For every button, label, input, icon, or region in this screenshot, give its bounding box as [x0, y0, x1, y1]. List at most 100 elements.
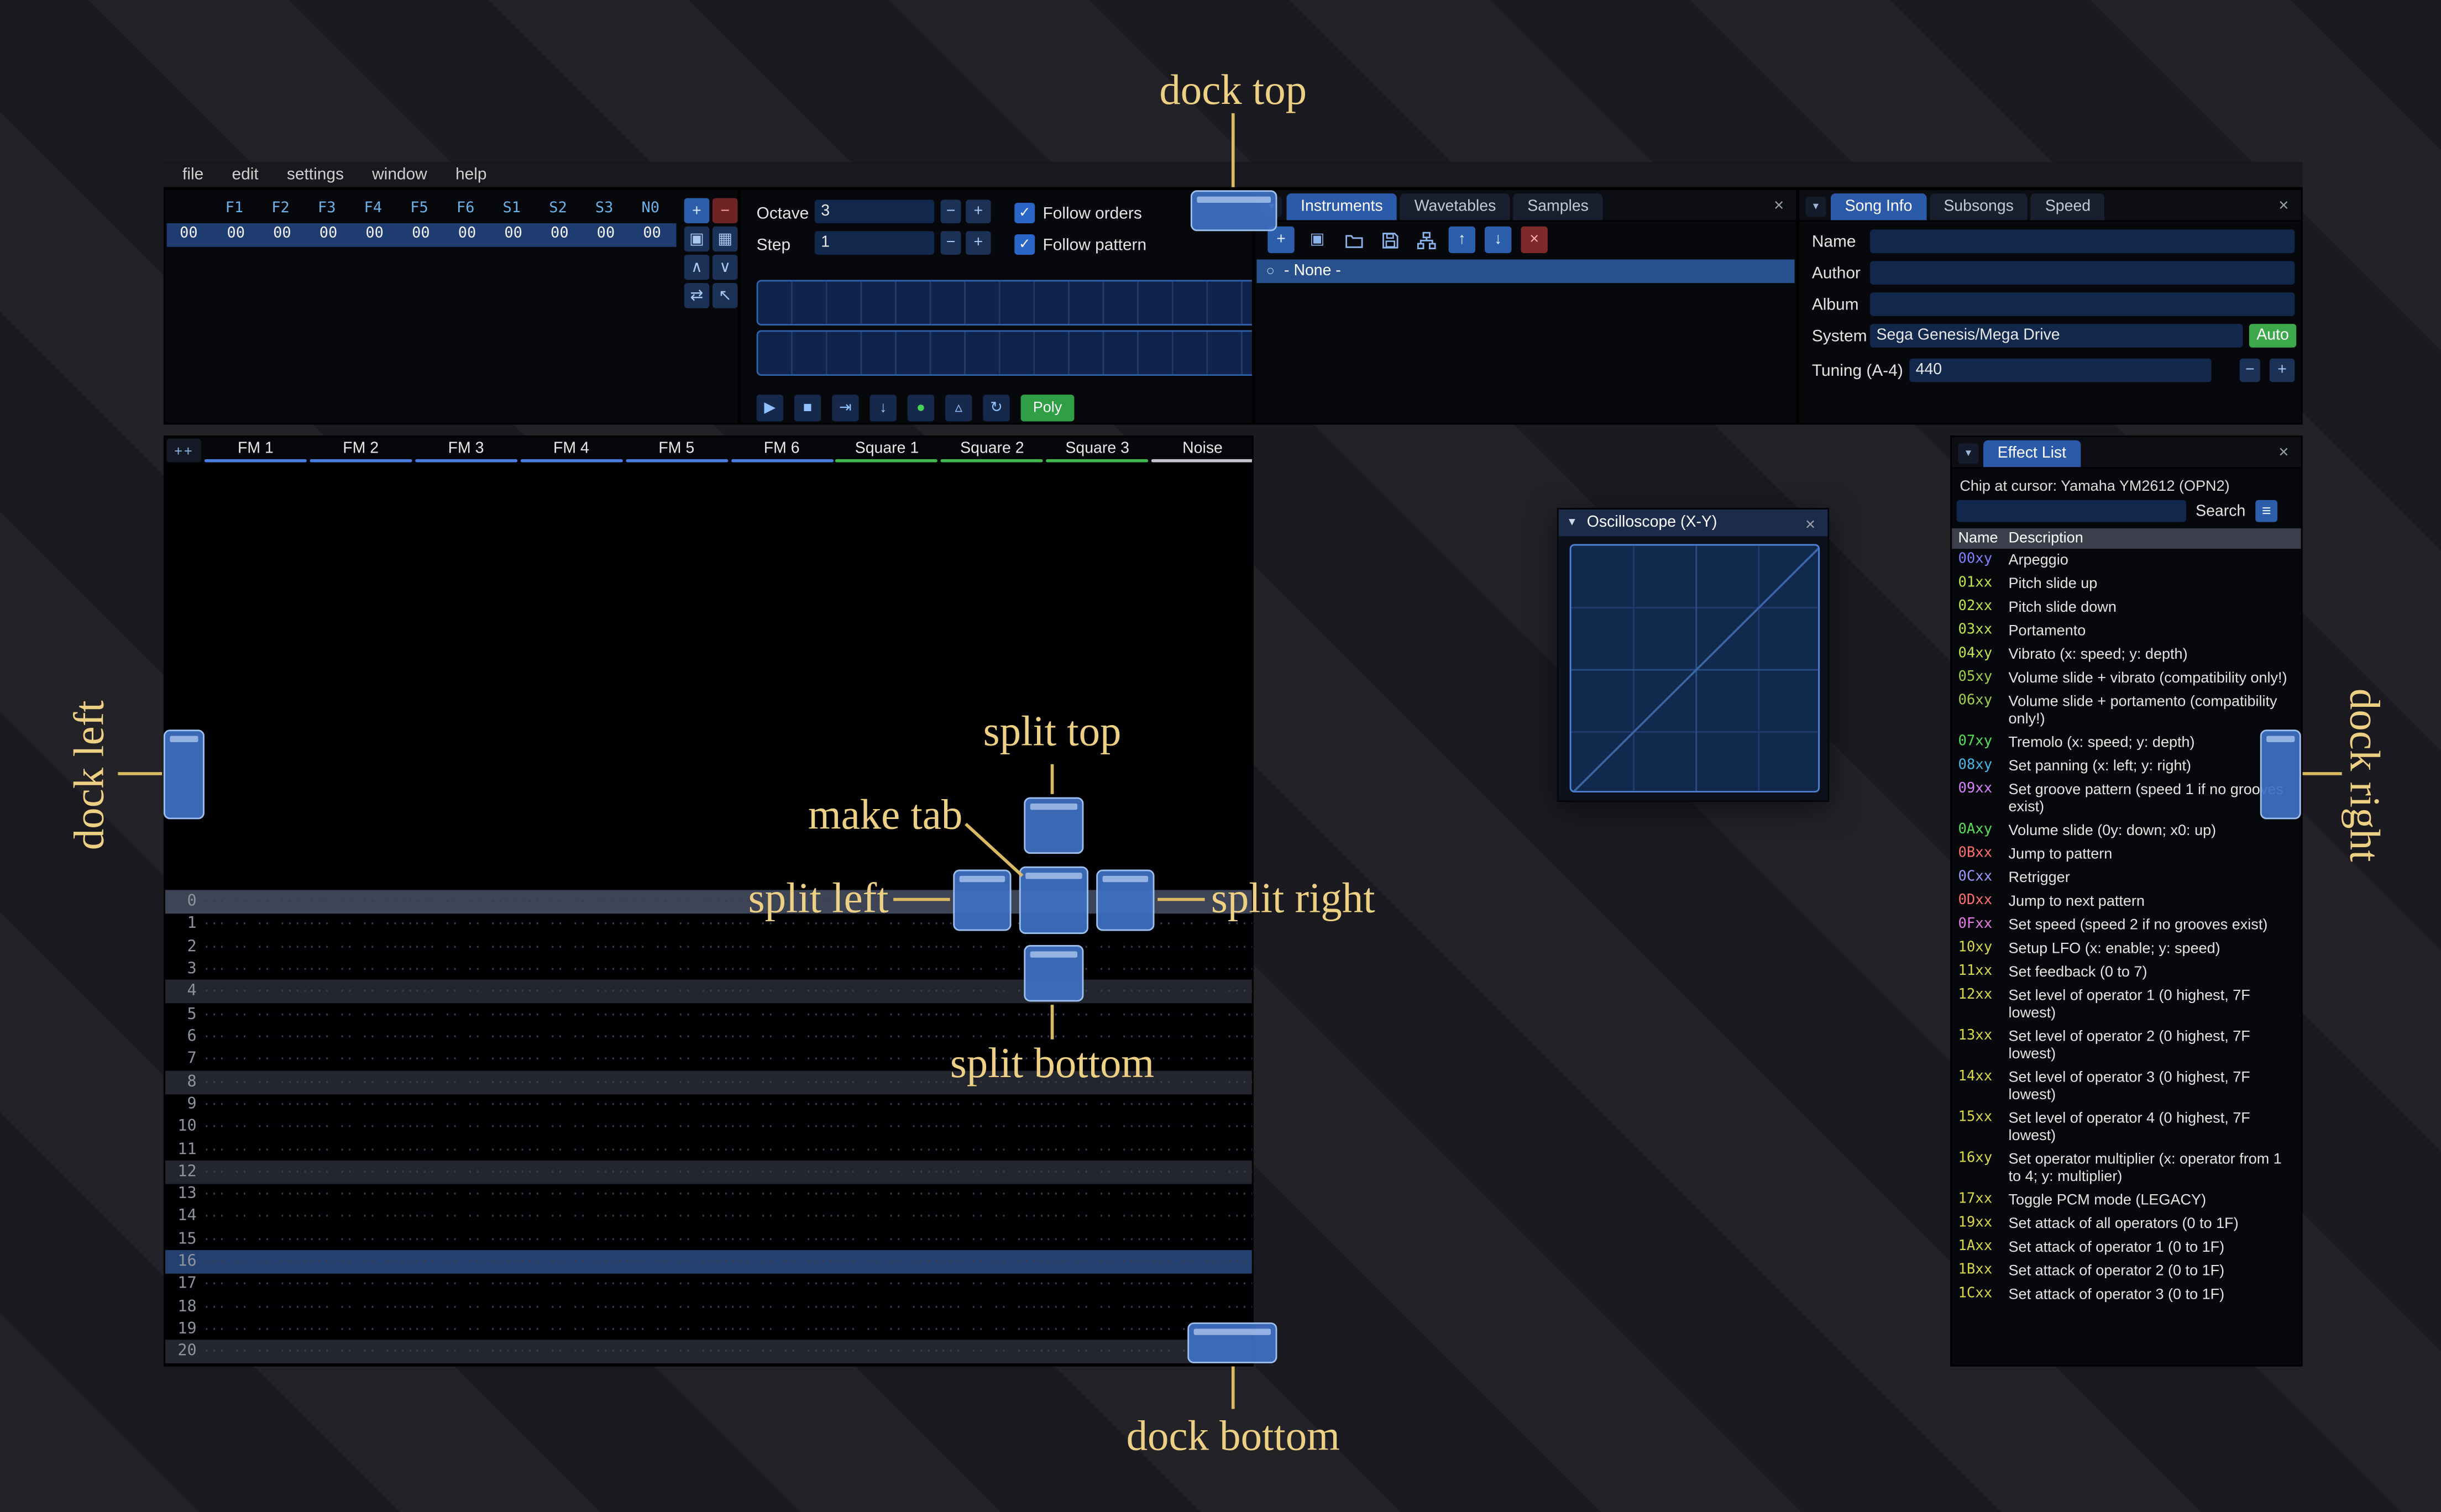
pattern-cell[interactable]: ··· ·· ·· ····	[203, 1345, 308, 1359]
order-cell[interactable]: 00	[260, 225, 305, 242]
pattern-row[interactable]: 5 ··· ·· ·· ···· ··· ·· ·· ···· ··· ·· ·· ·…	[165, 1002, 1252, 1026]
pattern-cell[interactable]: ··· ·· ·· ····	[308, 1322, 413, 1337]
make-tab-target[interactable]	[1019, 866, 1088, 935]
save-instrument-button[interactable]	[1376, 227, 1403, 253]
pattern-cell[interactable]: ··· ·· ·· ····	[308, 1075, 413, 1089]
close-icon[interactable]: ×	[1769, 197, 1788, 216]
effect-row[interactable]: 08xy Set panning (x: left; y: right)	[1952, 755, 2301, 779]
metronome-button[interactable]: ▵	[945, 395, 972, 422]
close-icon[interactable]: ×	[2274, 443, 2293, 462]
pattern-cell[interactable]: ··· ·· ·· ····	[624, 1142, 729, 1157]
tab-samples[interactable]: Samples	[1513, 193, 1603, 221]
orders-row[interactable]: 00 00 00 00 00 00 00 00 00 00 00	[166, 223, 677, 247]
orders-duplicate-button[interactable]: ▣	[684, 226, 710, 252]
pattern-cell[interactable]: ··· ·· ·· ····	[413, 939, 519, 954]
pattern-cell[interactable]: ··· ·· ·· ····	[203, 985, 308, 999]
polyphony-button[interactable]: Poly	[1020, 395, 1075, 422]
song-album-input[interactable]	[1870, 292, 2295, 316]
pattern-cell[interactable]: ··· ·· ·· ····	[1045, 1188, 1150, 1202]
pattern-row[interactable]: 11 ··· ·· ·· ···· ··· ·· ·· ···· ··· ·· ·· …	[165, 1138, 1252, 1162]
order-cell[interactable]: 00	[491, 225, 536, 242]
dock-target-bottom[interactable]	[1187, 1322, 1277, 1363]
pattern-cell[interactable]: ··· ·· ·· ····	[1150, 1052, 1252, 1067]
effect-row[interactable]: 0Fxx Set speed (speed 2 if no grooves exi…	[1952, 914, 2301, 937]
pattern-cell[interactable]: ··· ·· ·· ····	[518, 917, 624, 932]
effect-row[interactable]: 05xy Volume slide + vibrato (compatibilit…	[1952, 666, 2301, 690]
pattern-cell[interactable]: ··· ·· ·· ····	[624, 985, 729, 999]
open-instrument-button[interactable]	[1340, 227, 1366, 253]
pattern-cell[interactable]: ··· ·· ·· ····	[413, 985, 519, 999]
pattern-cell[interactable]: ··· ·· ·· ····	[940, 1120, 1045, 1134]
pattern-cell[interactable]: ··· ·· ·· ····	[413, 1030, 519, 1044]
pattern-cell[interactable]: ··· ·· ·· ····	[518, 1098, 624, 1112]
delete-instrument-button[interactable]: ×	[1521, 226, 1548, 254]
channel-header[interactable]: FM 4	[518, 437, 624, 464]
pattern-cell[interactable]: ··· ·· ·· ····	[413, 1120, 519, 1134]
pattern-row[interactable]: 18 ··· ·· ·· ···· ··· ·· ·· ···· ··· ·· ·· …	[165, 1295, 1252, 1319]
pattern-cell[interactable]: ··· ·· ·· ····	[518, 1210, 624, 1224]
pattern-cell[interactable]: ··· ·· ·· ····	[834, 1255, 940, 1269]
pattern-cell[interactable]: ··· ·· ·· ····	[624, 1120, 729, 1134]
effect-row[interactable]: 11xx Set feedback (0 to 7)	[1952, 961, 2301, 985]
channel-header[interactable]: Noise	[1150, 437, 1252, 464]
pattern-cell[interactable]: ··· ·· ·· ····	[518, 1052, 624, 1067]
effect-row[interactable]: 1Bxx Set attack of operator 2 (0 to 1F)	[1952, 1259, 2301, 1283]
pattern-cell[interactable]: ··· ·· ·· ····	[413, 1165, 519, 1179]
order-cell[interactable]: 00	[445, 225, 489, 242]
duplicate-instrument-button[interactable]: ▣	[1304, 227, 1330, 253]
follow-pattern-checkbox[interactable]: ✓	[1014, 234, 1035, 255]
menu-edit[interactable]: edit	[218, 162, 273, 187]
octave-increase-button[interactable]: +	[966, 200, 991, 224]
close-icon[interactable]: ×	[1801, 516, 1820, 534]
stop-button[interactable]: ■	[794, 395, 821, 422]
orders-deep-clone-button[interactable]: ▦	[712, 226, 738, 252]
song-name-input[interactable]	[1870, 229, 2295, 254]
orders-change-all-button[interactable]: ⇄	[684, 283, 710, 308]
pattern-cell[interactable]: ··· ·· ·· ····	[308, 1300, 413, 1314]
pattern-cell[interactable]: ··· ·· ·· ····	[834, 1098, 940, 1112]
pattern-cell[interactable]: ··· ·· ·· ····	[624, 1165, 729, 1179]
pattern-cell[interactable]: ··· ·· ·· ····	[624, 917, 729, 932]
pattern-cell[interactable]: ··· ·· ·· ····	[940, 1255, 1045, 1269]
oscilloscope-titlebar[interactable]: ▼ Oscilloscope (X-Y) ×	[1558, 509, 1828, 537]
tuning-decrease-button[interactable]: −	[2239, 358, 2260, 382]
pattern-cell[interactable]: ··· ·· ·· ····	[940, 1142, 1045, 1157]
pattern-cell[interactable]: ··· ·· ·· ····	[624, 1052, 729, 1067]
effect-row[interactable]: 03xx Portamento	[1952, 620, 2301, 643]
pattern-cell[interactable]: ··· ·· ·· ····	[308, 1232, 413, 1247]
pattern-cell[interactable]: ··· ·· ·· ····	[624, 1098, 729, 1112]
channel-header[interactable]: FM 1	[203, 437, 308, 464]
pattern-row[interactable]: 12 ··· ·· ·· ···· ··· ·· ·· ···· ··· ·· ·· …	[165, 1160, 1252, 1184]
pattern-cell[interactable]: ··· ·· ·· ····	[518, 1142, 624, 1157]
move-instrument-up-button[interactable]: ↑	[1448, 226, 1475, 254]
pattern-row[interactable]: 13 ··· ·· ·· ···· ··· ·· ·· ···· ··· ·· ·· …	[165, 1183, 1252, 1206]
pattern-row[interactable]: 1 ··· ·· ·· ···· ··· ·· ·· ···· ··· ·· ·· ·…	[165, 912, 1252, 936]
collapse-icon[interactable]: ▼	[1567, 517, 1578, 528]
pattern-cell[interactable]: ··· ·· ·· ····	[729, 1188, 835, 1202]
pattern-cell[interactable]: ··· ·· ·· ····	[729, 1120, 835, 1134]
effect-list-menu-button[interactable]: ≡	[2255, 500, 2278, 522]
system-input[interactable]	[1870, 324, 2243, 348]
effect-search-input[interactable]	[1956, 500, 2187, 522]
pattern-cell[interactable]: ··· ·· ·· ····	[624, 1345, 729, 1359]
pattern-cell[interactable]: ··· ·· ·· ····	[940, 1232, 1045, 1247]
pattern-cell[interactable]: ··· ·· ·· ····	[834, 1210, 940, 1224]
pattern-row[interactable]: 14 ··· ·· ·· ···· ··· ·· ·· ···· ··· ·· ·· …	[165, 1205, 1252, 1229]
effect-row[interactable]: 12xx Set level of operator 1 (0 highest, …	[1952, 984, 2301, 1025]
pattern-row[interactable]: 0 ··· ·· ·· ···· ··· ·· ·· ···· ··· ·· ·· ·…	[165, 890, 1252, 914]
pattern-cell[interactable]: ··· ·· ·· ····	[1150, 1232, 1252, 1247]
pattern-cell[interactable]: ··· ·· ·· ····	[834, 1142, 940, 1157]
pattern-row[interactable]: 21··· ·· ·· ······· ·· ·· ······· ·· ·· …	[165, 1363, 1252, 1365]
tab-effect-list[interactable]: Effect List	[1983, 440, 2081, 468]
tab-subsongs[interactable]: Subsongs	[1929, 193, 2028, 221]
pattern-cell[interactable]: ··· ·· ·· ····	[203, 1278, 308, 1292]
pattern-cell[interactable]: ··· ·· ·· ····	[940, 1188, 1045, 1202]
pattern-cell[interactable]: ··· ·· ·· ····	[518, 1322, 624, 1337]
pattern-cell[interactable]: ··· ·· ·· ····	[203, 962, 308, 977]
channel-header[interactable]: Square 2	[940, 437, 1045, 464]
pattern-cell[interactable]: ··· ·· ·· ····	[834, 1075, 940, 1089]
pattern-row[interactable]: 3 ··· ·· ·· ···· ··· ·· ·· ···· ··· ·· ·· ·…	[165, 958, 1252, 981]
effect-row[interactable]: 06xy Volume slide + portamento (compatibi…	[1952, 690, 2301, 731]
pattern-row[interactable]: 20 ··· ·· ·· ···· ··· ·· ·· ···· ··· ·· ·· …	[165, 1340, 1252, 1364]
pattern-cell[interactable]: ··· ·· ·· ····	[203, 1210, 308, 1224]
